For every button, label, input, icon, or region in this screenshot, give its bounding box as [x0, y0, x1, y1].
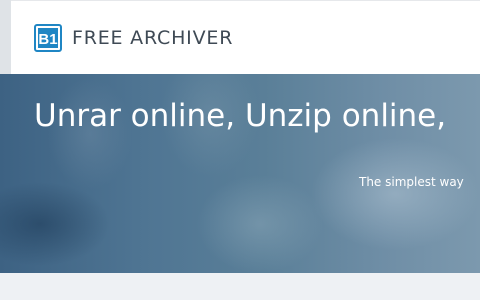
page-margin	[0, 0, 11, 74]
brand-name: FREE ARCHIVER	[72, 27, 234, 49]
b1-archive-logo-icon: B1	[34, 24, 62, 52]
site-header: B1 FREE ARCHIVER	[11, 0, 480, 74]
home-logo-link[interactable]: B1 FREE ARCHIVER	[34, 24, 233, 52]
hero-title: Unrar online, Unzip online,	[34, 98, 447, 134]
hero-subtitle: The simplest way	[359, 175, 464, 189]
content-area	[0, 273, 480, 300]
svg-text:B1: B1	[38, 31, 57, 48]
hero-banner: Unrar online, Unzip online, The simplest…	[0, 74, 480, 273]
